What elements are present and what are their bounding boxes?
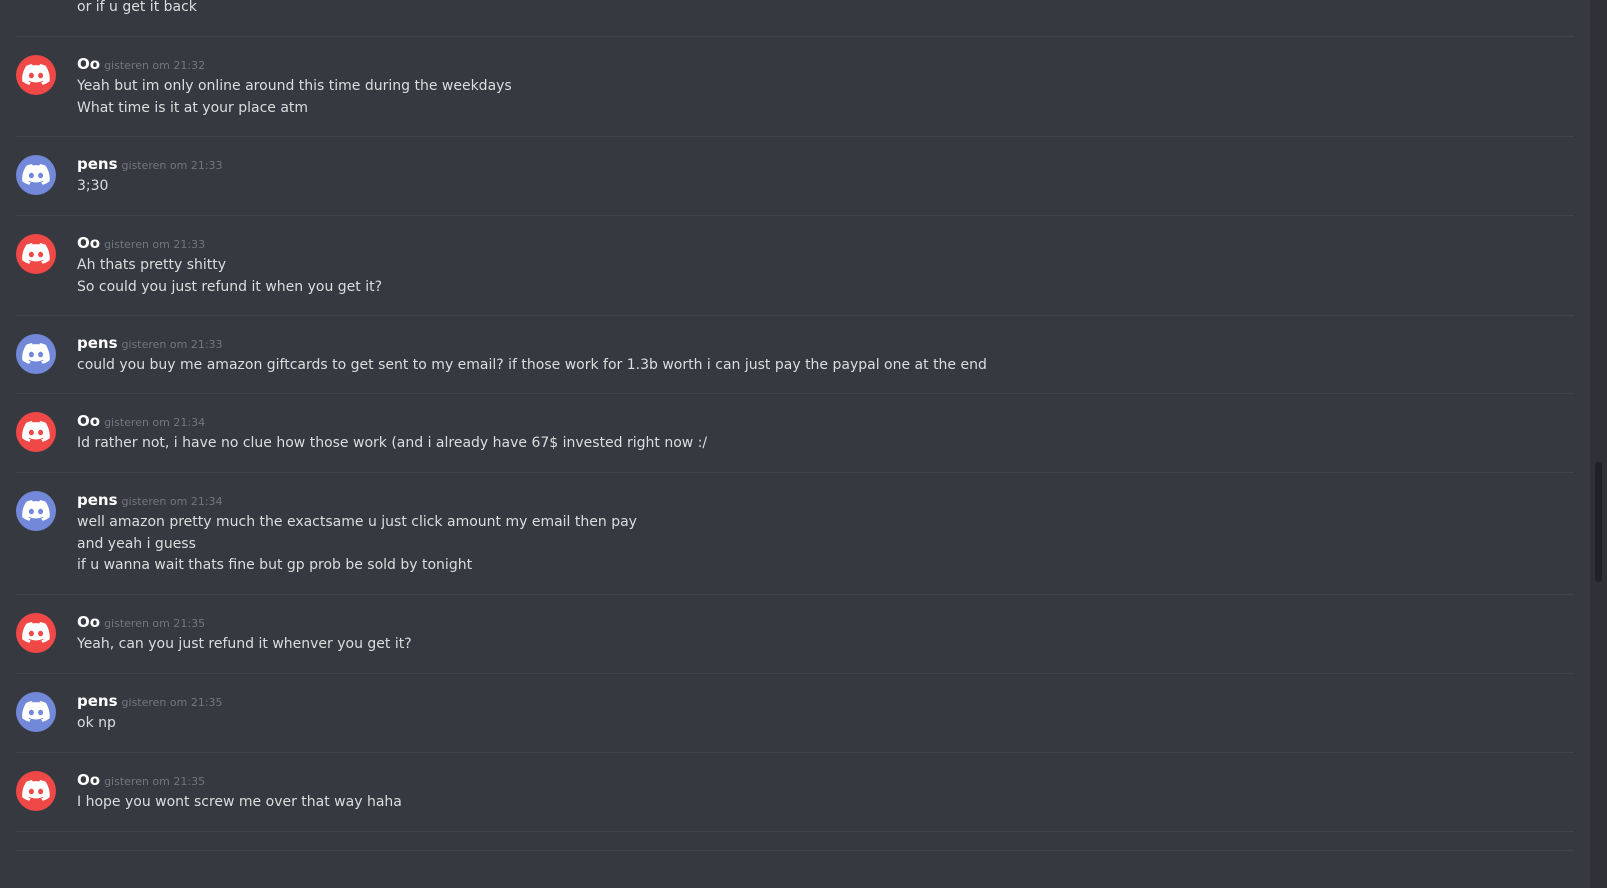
avatar[interactable] xyxy=(16,155,56,195)
avatar[interactable] xyxy=(16,613,56,653)
message-line: So could you just refund it when you get… xyxy=(77,278,383,295)
message-line: Yeah but im only online around this time… xyxy=(77,78,512,94)
message-timestamp: gisteren om 21:35 xyxy=(104,617,206,630)
message-line: 3;30 xyxy=(77,178,109,194)
message-line: What time is it at your place atm xyxy=(77,99,309,116)
avatar[interactable] xyxy=(16,771,56,811)
message-line: Yeah, can you just refund it whenver you… xyxy=(77,636,412,652)
message-timestamp: gisteren om 21:33 xyxy=(121,338,223,351)
avatar[interactable] xyxy=(16,234,56,274)
discord-logo-icon xyxy=(22,243,50,264)
author-name[interactable]: Oo xyxy=(77,771,100,789)
discord-logo-icon xyxy=(22,64,50,85)
avatar[interactable] xyxy=(16,334,56,374)
message-line: could you buy me amazon giftcards to get… xyxy=(77,357,987,373)
message-line: or if u get it back xyxy=(77,0,197,15)
author-name[interactable]: pens xyxy=(77,155,118,173)
discord-logo-icon xyxy=(22,343,50,364)
discord-logo-icon xyxy=(22,780,50,801)
author-name[interactable]: pens xyxy=(77,491,118,509)
message-divider xyxy=(16,215,1574,216)
message-line: Id rather not, i have no clue how those … xyxy=(77,435,708,451)
message-timestamp: gisteren om 21:33 xyxy=(121,159,223,172)
message-header: Oo gisteren om 21:34 xyxy=(77,412,205,432)
message-header: Oo gisteren om 21:33 xyxy=(77,234,205,254)
message-line: I hope you wont screw me over that way h… xyxy=(77,794,402,810)
message-timestamp: gisteren om 21:33 xyxy=(104,238,206,251)
message-header: pens gisteren om 21:33 xyxy=(77,155,223,175)
avatar[interactable] xyxy=(16,491,56,531)
message-header: Oo gisteren om 21:35 xyxy=(77,613,205,633)
message-line: and yeah i guess xyxy=(77,535,196,552)
author-name[interactable]: Oo xyxy=(77,234,100,252)
avatar[interactable] xyxy=(16,55,56,95)
discord-logo-icon xyxy=(22,421,50,442)
message-header: pens gisteren om 21:33 xyxy=(77,334,223,354)
message-header: pens gisteren om 21:35 xyxy=(77,692,223,712)
message-divider xyxy=(16,136,1574,137)
message-timestamp: gisteren om 21:34 xyxy=(121,495,223,508)
message-header: pens gisteren om 21:34 xyxy=(77,491,223,511)
author-name[interactable]: pens xyxy=(77,692,118,710)
message-divider xyxy=(16,831,1574,832)
author-name[interactable]: Oo xyxy=(77,412,100,430)
discord-logo-icon xyxy=(22,164,50,185)
message-line: well amazon pretty much the exactsame u … xyxy=(77,514,637,530)
message-divider xyxy=(16,850,1574,851)
discord-logo-icon xyxy=(22,500,50,521)
discord-logo-icon xyxy=(22,701,50,722)
avatar[interactable] xyxy=(16,692,56,732)
message-timestamp: gisteren om 21:35 xyxy=(121,696,223,709)
message-timestamp: gisteren om 21:34 xyxy=(104,416,206,429)
message-line: ok np xyxy=(77,715,116,731)
author-name[interactable]: pens xyxy=(77,334,118,352)
message-header: Oo gisteren om 21:32 xyxy=(77,55,205,75)
message-timestamp: gisteren om 21:32 xyxy=(104,59,206,72)
message-divider xyxy=(16,315,1574,316)
discord-logo-icon xyxy=(22,622,50,643)
message-header: Oo gisteren om 21:35 xyxy=(77,771,205,791)
message-divider xyxy=(16,594,1574,595)
message-divider xyxy=(16,472,1574,473)
message-line: if u wanna wait thats fine but gp prob b… xyxy=(77,557,473,573)
message-divider xyxy=(16,673,1574,674)
avatar[interactable] xyxy=(16,412,56,452)
scrollbar-thumb[interactable] xyxy=(1595,462,1602,582)
message-timestamp: gisteren om 21:35 xyxy=(104,775,206,788)
message-divider xyxy=(16,752,1574,753)
author-name[interactable]: Oo xyxy=(77,613,100,631)
scrollbar-track[interactable] xyxy=(1590,0,1607,888)
message-divider xyxy=(16,36,1574,37)
chat-messages: or if u get it back Oo gisteren om 21:32 Y… xyxy=(0,0,1590,888)
author-name[interactable]: Oo xyxy=(77,55,100,73)
message-divider xyxy=(16,393,1574,394)
message-line: Ah thats pretty shitty xyxy=(77,257,227,273)
